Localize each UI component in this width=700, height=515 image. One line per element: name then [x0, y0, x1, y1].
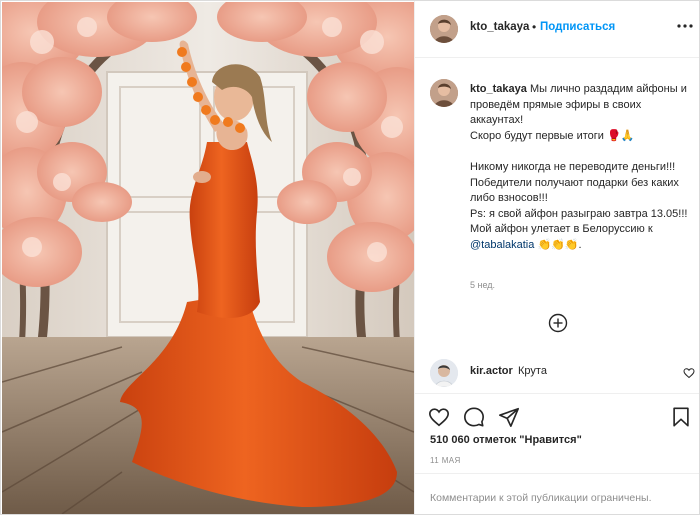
follow-button[interactable]: Подписаться — [540, 21, 615, 33]
heart-outline-icon[interactable] — [683, 367, 695, 379]
photo-illustration — [2, 2, 414, 514]
post-frame: kto_takaya • Подписаться kto_takaya Мы л… — [0, 0, 700, 515]
author-username[interactable]: kto_takaya — [470, 21, 529, 33]
caption-author-avatar[interactable] — [430, 79, 458, 107]
post-date[interactable]: 11 МАЯ — [430, 456, 461, 465]
comment-bubble-icon[interactable] — [463, 406, 485, 428]
paper-plane-icon[interactable] — [498, 406, 520, 428]
caption-line-4: Ps: я свой айфон разыграю завтра 13.05!!… — [470, 207, 688, 220]
bookmark-icon[interactable] — [670, 406, 692, 428]
post-header: kto_takaya • Подписаться — [415, 1, 699, 58]
post-side-panel: kto_takaya • Подписаться kto_takaya Мы л… — [414, 1, 699, 514]
more-options-icon[interactable] — [677, 18, 693, 34]
comments-limited-bar: Комментарии к этой публикации ограничены… — [415, 473, 699, 514]
comments-limited-notice: Комментарии к этой публикации ограничены… — [430, 492, 652, 504]
caption-text: kto_takaya Мы лично раздадим айфоны и пр… — [470, 82, 696, 254]
caption-line-5-suffix: 👏👏👏. — [537, 238, 582, 251]
caption-username[interactable]: kto_takaya — [470, 83, 527, 95]
plus-circle-icon[interactable] — [548, 313, 568, 333]
commenter-username[interactable]: kir.actor — [470, 365, 513, 377]
like-heart-icon[interactable] — [428, 406, 450, 428]
author-avatar[interactable] — [430, 15, 458, 43]
comment-text: Крута — [518, 365, 547, 377]
likes-count[interactable]: 510 060 отметок "Нравится" — [430, 434, 582, 446]
separator-dot: • — [532, 20, 537, 34]
caption-line-2: Скоро будут первые итоги 🥊🙏 — [470, 129, 635, 142]
comment-item: kir.actor Крута — [430, 359, 695, 391]
post-photo[interactable] — [2, 2, 414, 514]
caption-line-3: Никому никогда не переводите деньги!!! П… — [470, 160, 679, 205]
mention-link[interactable]: @tabalakatia — [470, 239, 534, 251]
commenter-avatar[interactable] — [430, 359, 458, 387]
caption-line-5: Мой айфон улетает в Белоруссию к — [470, 223, 653, 236]
caption-timestamp[interactable]: 5 нед. — [470, 280, 495, 290]
